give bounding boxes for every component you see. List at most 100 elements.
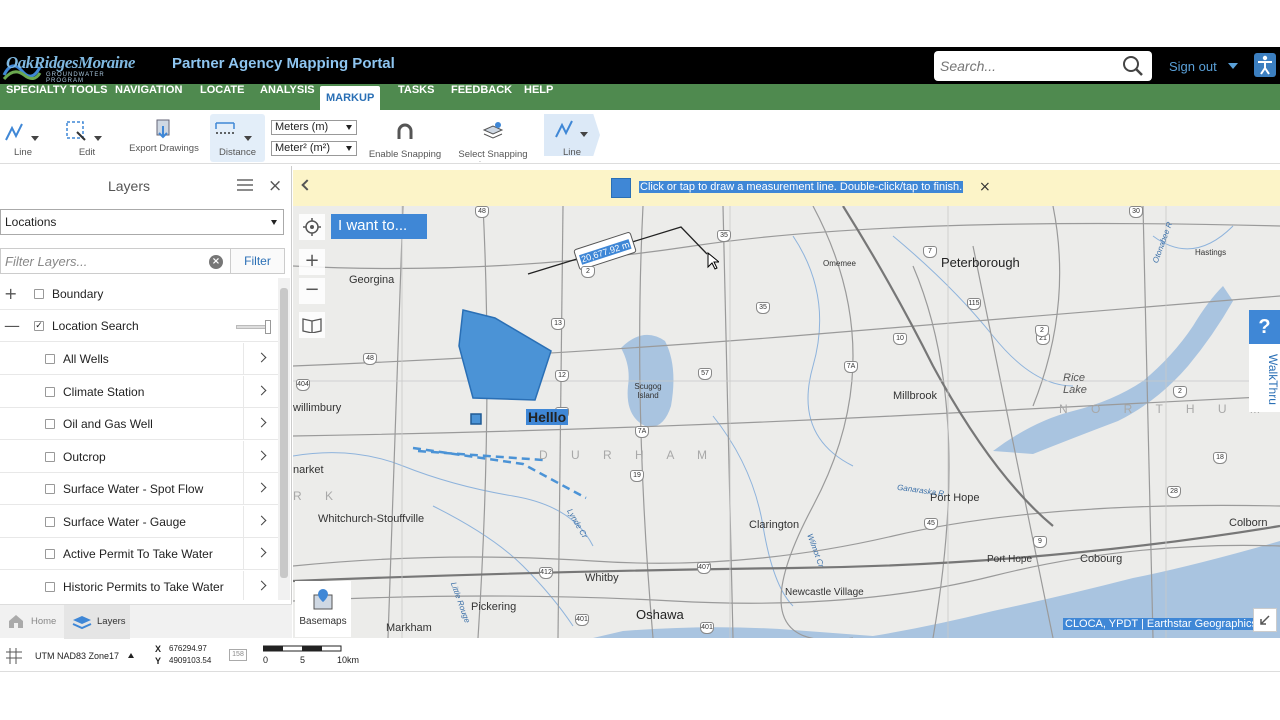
layer-details-button[interactable] [243, 441, 278, 473]
layer-checkbox[interactable] [45, 354, 55, 364]
layers-panel: Layers × Locations Filter Layers... × Fi… [0, 166, 292, 639]
layer-row-surface-water-gauge[interactable]: Surface Water - Gauge [0, 506, 278, 538]
layer-row-climate-station[interactable]: Climate Station [0, 376, 278, 408]
menu-specialty-tools[interactable]: SPECIALTY TOOLS [0, 84, 113, 110]
menu-help[interactable]: HELP [518, 84, 559, 110]
slider-handle[interactable] [265, 320, 271, 334]
x-coordinate-value: 676294.97 [169, 644, 207, 653]
layer-row-boundary[interactable]: + Boundary [0, 278, 278, 310]
expand-icon[interactable]: + [4, 284, 17, 303]
select-snapping-layers-button[interactable]: Select Snapping Layers [454, 114, 532, 162]
highway-shield: 2 [1173, 386, 1187, 398]
expand-map-button[interactable] [1253, 608, 1277, 632]
layer-details-button[interactable] [243, 473, 278, 505]
basemaps-button[interactable]: Basemaps [295, 581, 351, 637]
chevron-down-icon[interactable] [1228, 63, 1238, 69]
markup-text-label[interactable]: Helllo [526, 409, 569, 425]
layer-details-button[interactable] [243, 506, 278, 538]
accessibility-icon[interactable] [1254, 53, 1276, 77]
walkthru-label[interactable]: WalkThru [1250, 354, 1280, 412]
distance-tool-button[interactable]: Distance [210, 114, 265, 162]
my-location-button[interactable] [299, 214, 325, 240]
bookmarks-button[interactable] [299, 312, 325, 338]
home-icon [9, 615, 23, 628]
line-tool-button[interactable]: Line [0, 114, 46, 162]
signout-link[interactable]: Sign out [1169, 59, 1217, 74]
zoom-in-button[interactable]: + [299, 249, 325, 275]
layer-details-button[interactable] [243, 538, 278, 570]
length-unit-select[interactable]: Meters (m) [271, 120, 357, 135]
search-icon[interactable] [1122, 55, 1144, 77]
menu-navigation[interactable]: NAVIGATION [109, 84, 188, 110]
layer-checkbox[interactable] [45, 387, 55, 397]
layer-row-active-permit[interactable]: Active Permit To Take Water [0, 538, 278, 570]
layer-details-button[interactable] [243, 376, 278, 408]
line-tool-breadcrumb[interactable]: Line [544, 114, 600, 156]
line-draw-icon [5, 123, 23, 141]
hamburger-icon[interactable] [237, 179, 253, 191]
close-icon[interactable]: × [979, 179, 991, 195]
walkthru-panel[interactable]: ? WalkThru [1249, 310, 1280, 412]
app-header: OakRidgesMoraine GROUNDWATER PROGRAM Par… [0, 47, 1280, 84]
layer-row-outcrop[interactable]: Outcrop [0, 441, 278, 473]
layer-checkbox[interactable] [34, 289, 44, 299]
menu-feedback[interactable]: FEEDBACK [445, 84, 518, 110]
scrollbar-thumb[interactable] [280, 288, 288, 578]
layer-row-all-wells[interactable]: All Wells [0, 343, 278, 375]
menu-analysis[interactable]: ANALYSIS [254, 84, 321, 110]
layer-row-historic-permits[interactable]: Historic Permits to Take Water [0, 571, 278, 600]
layer-checkbox[interactable] [45, 484, 55, 494]
menu-markup[interactable]: MARKUP [320, 86, 381, 110]
chevron-down-icon [346, 146, 352, 151]
clear-filter-icon[interactable]: × [209, 255, 223, 269]
edit-tool-button[interactable]: Edit [62, 114, 112, 162]
tab-layers[interactable]: Layers [64, 605, 130, 639]
chevron-up-icon[interactable] [128, 653, 134, 658]
menu-locate[interactable]: LOCATE [194, 84, 250, 110]
layer-row-location-search[interactable]: — ✓ Location Search [0, 310, 278, 342]
export-drawings-button[interactable]: Export Drawings [128, 114, 200, 162]
close-icon[interactable]: × [268, 176, 282, 196]
layer-list-scrollbar[interactable] [278, 278, 290, 600]
main-menu-bar: SPECIALTY TOOLS NAVIGATION LOCATE ANALYS… [0, 84, 1280, 110]
i-want-to-button[interactable]: I want to... [331, 214, 427, 239]
tab-home[interactable]: Home [0, 605, 64, 639]
enable-snapping-button[interactable]: Enable Snapping [366, 114, 444, 162]
layer-checkbox[interactable] [45, 452, 55, 462]
scale-badge[interactable]: 158 [229, 649, 247, 661]
chevron-down-icon[interactable] [94, 136, 102, 141]
opacity-slider[interactable] [236, 320, 271, 334]
chevron-down-icon[interactable] [580, 132, 588, 137]
layer-checkbox[interactable] [45, 582, 55, 592]
location-select[interactable]: Locations [0, 209, 284, 235]
filter-button[interactable]: Filter [230, 248, 285, 274]
oak-ridges-moraine-logo[interactable]: OakRidgesMoraine GROUNDWATER PROGRAM [2, 51, 142, 84]
chevron-down-icon[interactable] [244, 136, 252, 141]
layer-checkbox[interactable] [45, 549, 55, 559]
zoom-out-button[interactable]: − [299, 278, 325, 304]
y-coordinate-label: Y [155, 656, 162, 666]
layer-details-button[interactable] [243, 408, 278, 440]
projection-label[interactable]: UTM NAD83 Zone17 [35, 651, 119, 661]
help-question-icon[interactable]: ? [1249, 310, 1280, 344]
collapse-icon[interactable]: — [4, 316, 20, 335]
map-view[interactable]: 20,677.92 m Georgina Peterborough Omemee… [293, 206, 1280, 638]
chevron-down-icon[interactable] [31, 136, 39, 141]
layer-checkbox[interactable] [45, 419, 55, 429]
collapse-panel-icon[interactable] [301, 179, 313, 191]
area-unit-select[interactable]: Meter² (m²) [271, 141, 357, 156]
layer-checkbox-checked[interactable]: ✓ [34, 321, 44, 331]
search-input[interactable] [940, 56, 1120, 76]
markup-toolbar: Line Edit Export Drawings Distance Meter… [0, 110, 1280, 164]
menu-tasks[interactable]: TASKS [392, 84, 440, 110]
layer-checkbox[interactable] [45, 517, 55, 527]
search-box[interactable] [934, 51, 1152, 81]
layer-row-oil-gas-well[interactable]: Oil and Gas Well [0, 408, 278, 440]
layer-details-button[interactable] [243, 571, 278, 600]
filter-layers-input[interactable]: Filter Layers... [0, 248, 230, 274]
instruction-text: Click or tap to draw a measurement line.… [639, 181, 964, 193]
chevron-right-icon [256, 352, 267, 363]
coordinate-grid-icon[interactable] [4, 646, 24, 666]
layer-row-surface-water-spot-flow[interactable]: Surface Water - Spot Flow [0, 473, 278, 505]
layer-details-button[interactable] [243, 343, 278, 375]
